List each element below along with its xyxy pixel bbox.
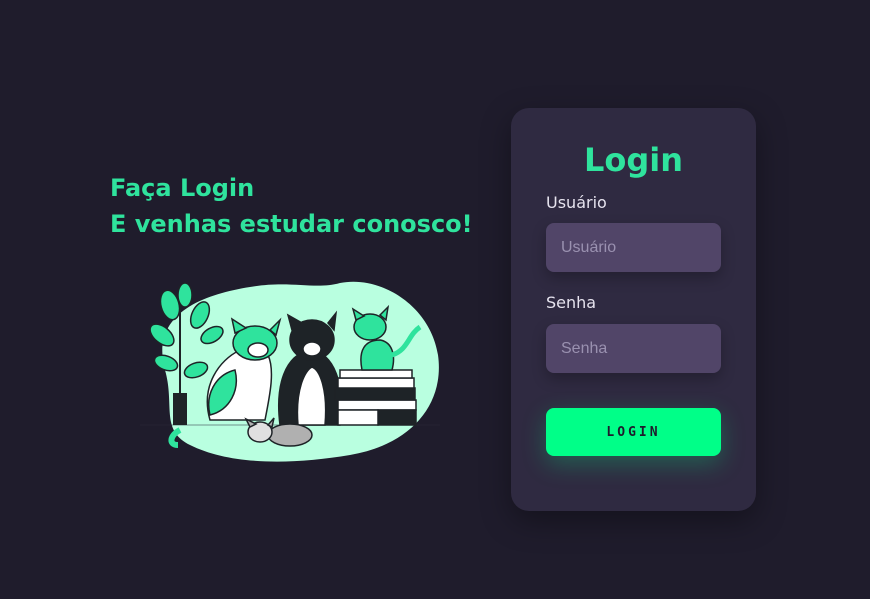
password-input[interactable] bbox=[546, 324, 721, 373]
books-stack bbox=[334, 369, 417, 426]
cats-illustration bbox=[140, 281, 440, 462]
username-label: Usuário bbox=[546, 193, 607, 212]
hero-text: Faça Login E venhas estudar conosco! bbox=[110, 170, 480, 242]
username-input[interactable] bbox=[546, 223, 721, 272]
plant-pot bbox=[173, 393, 187, 425]
login-title: Login bbox=[583, 141, 684, 179]
hero-line-2: E venhas estudar conosco! bbox=[110, 210, 473, 238]
hero-line-1: Faça Login bbox=[110, 174, 255, 202]
password-label: Senha bbox=[546, 293, 597, 312]
login-button[interactable]: LOGIN bbox=[546, 408, 721, 456]
login-card: Login Usuário Senha LOGIN bbox=[511, 108, 756, 511]
